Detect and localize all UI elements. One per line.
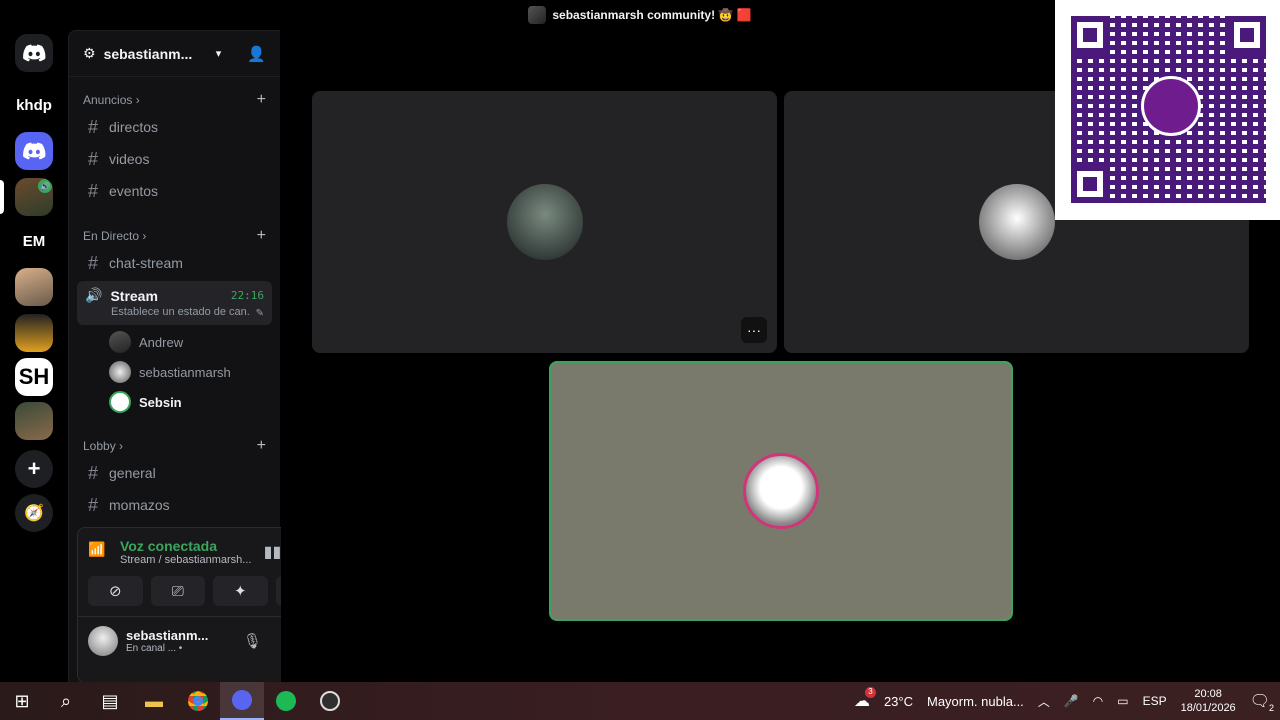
discord-home-icon[interactable] [15,34,53,72]
qr-finder [1071,165,1109,203]
qr-finder [1228,16,1266,54]
channel-chat-stream[interactable]: # chat-stream [77,247,272,279]
channel-directos[interactable]: # directos [77,111,272,143]
hash-icon: # [87,116,98,137]
weather-text[interactable]: Mayorm. nubla... [927,694,1024,709]
language-indicator[interactable]: ESP [1143,694,1167,708]
server-discord-icon[interactable] [15,132,53,170]
channel-eventos[interactable]: # eventos [77,175,272,207]
camera-off-icon: ⊘ [108,583,122,600]
activities-icon: ✦ [233,583,247,600]
system-tray: ☁ 3 23°C Mayorm. nubla... ︿ 🎤 ◠ ▭ ESP 20:… [854,687,1280,715]
hash-icon: # [87,148,98,169]
voice-timer: 22:16 [230,289,264,302]
avatar [109,331,131,353]
more-options-icon[interactable]: ··· [741,317,767,343]
avatar [109,361,131,383]
server-khdp[interactable]: khdp [15,86,53,124]
spotify-icon[interactable] [264,682,308,720]
guild-header[interactable]: ⚙ sebastianm... ▾ 👤 [69,31,280,77]
category-lobby[interactable]: Lobby › + [69,435,280,457]
speaker-icon: 🔊 [38,179,52,193]
chevron-down-icon: ▾ [215,48,222,60]
taskbar: ⊞ ⌕ ▤ ▬ ☁ 3 23°C Mayorm. nubla... ︿ 🎤 ◠ ▭… [0,682,1280,720]
pencil-icon[interactable]: ✎ [256,308,264,319]
server-avatar-2[interactable] [15,314,53,352]
task-view-icon[interactable]: ▤ [88,682,132,720]
battery-icon[interactable]: ▭ [1117,694,1128,708]
participant-tile-speaking[interactable] [549,361,1013,621]
voice-connected-label: Voz conectada [120,538,217,554]
user-name: sebastianm... [126,627,209,643]
qr-pattern [1071,16,1266,203]
category-en-directo[interactable]: En Directo › + [69,225,280,247]
user-status: En canal ... • [126,642,183,654]
avatar [743,453,819,529]
channel-momazos[interactable]: # momazos [77,489,272,521]
discord-taskbar-icon[interactable] [220,682,264,720]
hash-icon: # [87,252,98,273]
hash-icon: # [87,462,98,483]
chevron-up-icon[interactable]: ︿ [1038,693,1050,710]
speaker-icon: 🔊 [85,287,103,303]
microphone-icon[interactable]: 🎙 [243,632,262,650]
server-active-voice[interactable]: 🔊 [15,178,53,216]
avatar [88,625,118,656]
channel-status[interactable]: Establece un estado de can... [111,306,251,318]
windows-start-icon[interactable]: ⊞ [0,682,44,720]
yape-qr-code [1055,0,1280,220]
discover-compass-icon[interactable]: 🧭 [15,494,53,532]
category-anuncios[interactable]: Anuncios › + [69,89,280,111]
server-icon [528,6,547,24]
add-channel-icon[interactable]: + [257,91,266,109]
avatar [506,184,583,260]
voice-member[interactable]: Andrew [69,327,280,357]
wifi-icon[interactable]: ◠ [1093,694,1103,708]
guild-settings-icon: ⚙ [83,45,96,61]
activities-button[interactable]: ✦ [213,576,268,606]
server-avatar-1[interactable] [15,268,53,306]
weather-temp[interactable]: 23°C [884,694,913,709]
avatar [109,391,131,413]
yape-logo-icon [1141,76,1201,136]
hash-icon: # [87,180,98,201]
invite-people-icon[interactable]: 👤 [247,45,266,63]
search-icon[interactable]: ⌕ [44,682,88,720]
add-server-icon[interactable]: + [15,450,53,488]
file-explorer-icon[interactable]: ▬ [132,682,176,720]
hash-icon: # [87,494,98,515]
signal-icon[interactable]: 📶 [88,541,110,563]
voice-connected-channel[interactable]: Stream / sebastianmarsh... [120,554,254,566]
add-channel-icon[interactable]: + [257,437,266,455]
notifications-icon[interactable]: 🗨 2 [1250,691,1274,713]
server-rail: khdp 🔊 EM SH + 🧭 [0,30,68,682]
channel-general[interactable]: # general [77,457,272,489]
avatar [978,184,1055,260]
voice-channel-stream[interactable]: 🔊 Stream 22:16 Establece un estado de ca… [77,281,272,325]
screen-share-button[interactable]: ⎚ [150,576,205,606]
qr-finder [1071,16,1109,54]
active-server-indicator [0,180,4,214]
add-channel-icon[interactable]: + [257,227,266,245]
guild-name: sebastianm... [103,45,193,62]
window-title: sebastianmarsh community! 🤠 🟥 [552,8,752,22]
obs-icon[interactable] [308,682,352,720]
weather-icon[interactable]: ☁ 3 [854,687,876,711]
camera-toggle-button[interactable]: ⊘ [88,576,143,606]
chrome-icon[interactable] [176,682,220,720]
server-sh[interactable]: SH [15,358,53,396]
server-avatar-3[interactable] [15,402,53,440]
voice-member[interactable]: sebastianmarsh [69,357,280,387]
microphone-icon[interactable]: 🎤 [1064,694,1079,708]
screen-share-icon: ⎚ [171,582,184,600]
clock[interactable]: 20:08 18/01/2026 [1181,687,1236,715]
channel-videos[interactable]: # videos [77,143,272,175]
voice-member[interactable]: Sebsin [69,387,280,417]
channel-sidebar: ⚙ sebastianm... ▾ 👤 Anuncios › + # direct… [68,30,341,683]
server-em[interactable]: EM [15,222,53,260]
participant-tile[interactable]: ··· [312,91,777,353]
